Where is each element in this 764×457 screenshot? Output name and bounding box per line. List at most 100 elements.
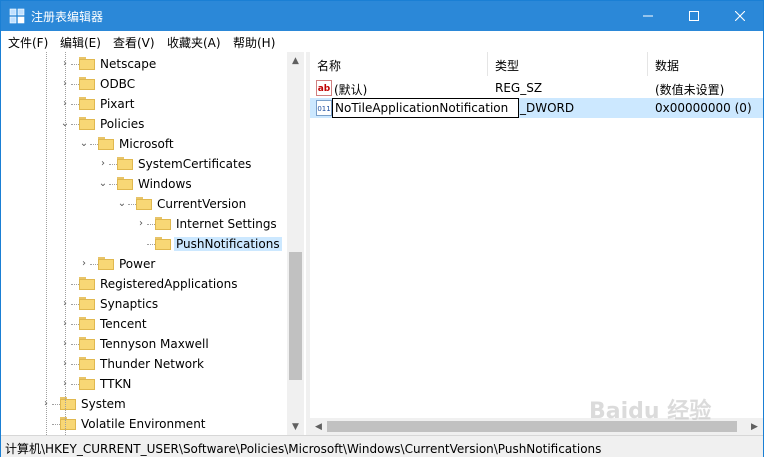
folder-icon [79,117,95,130]
collapse-chevron-icon[interactable]: ⌄ [117,198,127,210]
tree-item-label: System [81,397,126,411]
folder-icon [98,137,114,150]
maximize-icon [689,11,699,21]
expand-chevron-icon[interactable]: › [98,158,108,170]
tree-item-label: Synaptics [100,297,159,311]
minimize-button[interactable] [625,1,671,31]
folder-icon [79,337,95,350]
folder-icon [136,197,152,210]
folder-icon [155,237,171,250]
tree-item-label: TTKN [100,377,132,391]
column-header-type[interactable]: 类型 [488,52,648,76]
folder-icon [60,417,76,430]
tree-item-currentversion[interactable]: ⌄ CurrentVersion [2,194,287,214]
tree-item-label: Tencent [100,317,147,331]
current-key-path: 计算机\HKEY_CURRENT_USER\Software\Policies\… [5,442,602,456]
tree-item-systemcertificates[interactable]: › SystemCertificates [2,154,287,174]
scroll-left-icon[interactable]: ◀ [310,418,327,435]
expand-chevron-icon[interactable]: › [136,218,146,230]
registry-key-tree[interactable]: › Netscape › ODBC › Pixart ⌄ Policies ⌄ Microsoft… [2,52,306,435]
tree-item-label: Tennyson Maxwell [100,337,209,351]
folder-icon [117,157,133,170]
scroll-up-icon[interactable]: ▲ [287,52,304,69]
column-header-data[interactable]: 数据 [648,52,763,76]
tree-guide-line [65,52,66,435]
menu-edit[interactable]: 编辑(E) [60,34,101,51]
value-name: (默认) [334,83,368,97]
tree-scroll-thumb[interactable] [289,252,302,380]
tree-item-internet-settings[interactable]: › Internet Settings [2,214,287,234]
folder-icon [117,177,133,190]
tree-item-label: Internet Settings [176,217,277,231]
value-type: REG_SZ [495,81,543,95]
tree-item-label: Netscape [100,57,157,71]
tree-item-label: Power [119,257,156,271]
value-type: _DWORD [520,101,575,115]
folder-icon [79,317,95,330]
tree-item-tennyson-maxwell[interactable]: › Tennyson Maxwell [2,334,287,354]
tree-item-label: Windows [138,177,192,191]
string-value-icon: ab [316,80,332,96]
tree-item-label: RegisteredApplications [100,277,238,291]
tree-item-power[interactable]: › Power [2,254,287,274]
tree-item-label: Policies [100,117,145,131]
tree-item-odbc[interactable]: › ODBC [2,74,287,94]
regedit-window: 注册表编辑器 文件(F) 编辑(E) 查看(V) 收藏夹(A) 帮助(H) › N… [0,0,764,457]
folder-icon [79,377,95,390]
tree-item-label: SystemCertificates [138,157,252,171]
close-button[interactable] [717,1,763,31]
value-data: (数值未设置) [655,83,725,97]
collapse-chevron-icon[interactable]: ⌄ [98,178,108,190]
minimize-icon [643,15,653,17]
tree-item-tencent[interactable]: › Tencent [2,314,287,334]
tree-item-ttkn[interactable]: › TTKN [2,374,287,394]
tree-item-netscape[interactable]: › Netscape [2,54,287,74]
tree-item-label: Pixart [100,97,135,111]
folder-icon [98,257,114,270]
window-title: 注册表编辑器 [31,10,104,24]
registry-value-list[interactable]: 名称 类型 数据 ab (默认) REG_SZ (数值未设置) 011 NoTi… [310,52,763,435]
watermark: Baidu 经验 [589,399,712,424]
tree-item-thunder-network[interactable]: › Thunder Network [2,354,287,374]
tree-item-pixart[interactable]: › Pixart [2,94,287,114]
dword-value-icon: 011 [316,100,332,116]
menu-bar: 文件(F) 编辑(E) 查看(V) 收藏夹(A) 帮助(H) [1,31,763,51]
status-bar: 计算机\HKEY_CURRENT_USER\Software\Policies\… [1,435,763,457]
expand-chevron-icon[interactable]: › [79,258,89,270]
regedit-app-icon [9,8,25,24]
folder-icon [79,357,95,370]
tree-item-pushnotifications[interactable]: PushNotifications [2,234,287,254]
tree-item-registeredapplications[interactable]: RegisteredApplications [2,274,287,294]
tree-guide-line [46,52,47,435]
tree-item-label: PushNotifications [174,237,282,251]
menu-favorites[interactable]: 收藏夹(A) [167,34,221,51]
menu-view[interactable]: 查看(V) [113,34,155,51]
tree-vertical-scrollbar[interactable]: ▲ ▼ [287,52,304,435]
scroll-down-icon[interactable]: ▼ [287,418,304,435]
rename-value-input[interactable]: NoTileApplicationNotification [332,98,519,118]
folder-icon [79,97,95,110]
maximize-button[interactable] [671,1,717,31]
close-icon [735,11,745,21]
value-row-notile[interactable]: 011 NoTileApplicationNotification _DWORD… [310,98,763,118]
scroll-right-icon[interactable]: ▶ [746,418,763,435]
value-row-default[interactable]: ab (默认) REG_SZ (数值未设置) [310,78,763,98]
collapse-chevron-icon[interactable]: ⌄ [79,138,89,150]
tree-item-synaptics[interactable]: › Synaptics [2,294,287,314]
tree-item-label: CurrentVersion [157,197,247,211]
tree-item-system[interactable]: › System [2,394,287,414]
tree-item-policies[interactable]: ⌄ Policies [2,114,287,134]
tree-item-windows[interactable]: ⌄ Windows [2,174,287,194]
menu-help[interactable]: 帮助(H) [233,34,275,51]
column-header-name[interactable]: 名称 [310,52,488,76]
menu-file[interactable]: 文件(F) [8,34,48,51]
folder-icon [155,217,171,230]
tree-item-microsoft[interactable]: ⌄ Microsoft [2,134,287,154]
title-bar[interactable]: 注册表编辑器 [1,1,763,31]
tree-item-volatile-environment[interactable]: Volatile Environment [2,414,287,434]
tree-item-label: Thunder Network [100,357,204,371]
folder-icon [79,277,95,290]
folder-icon [79,77,95,90]
folder-icon [79,297,95,310]
folder-icon [60,397,76,410]
